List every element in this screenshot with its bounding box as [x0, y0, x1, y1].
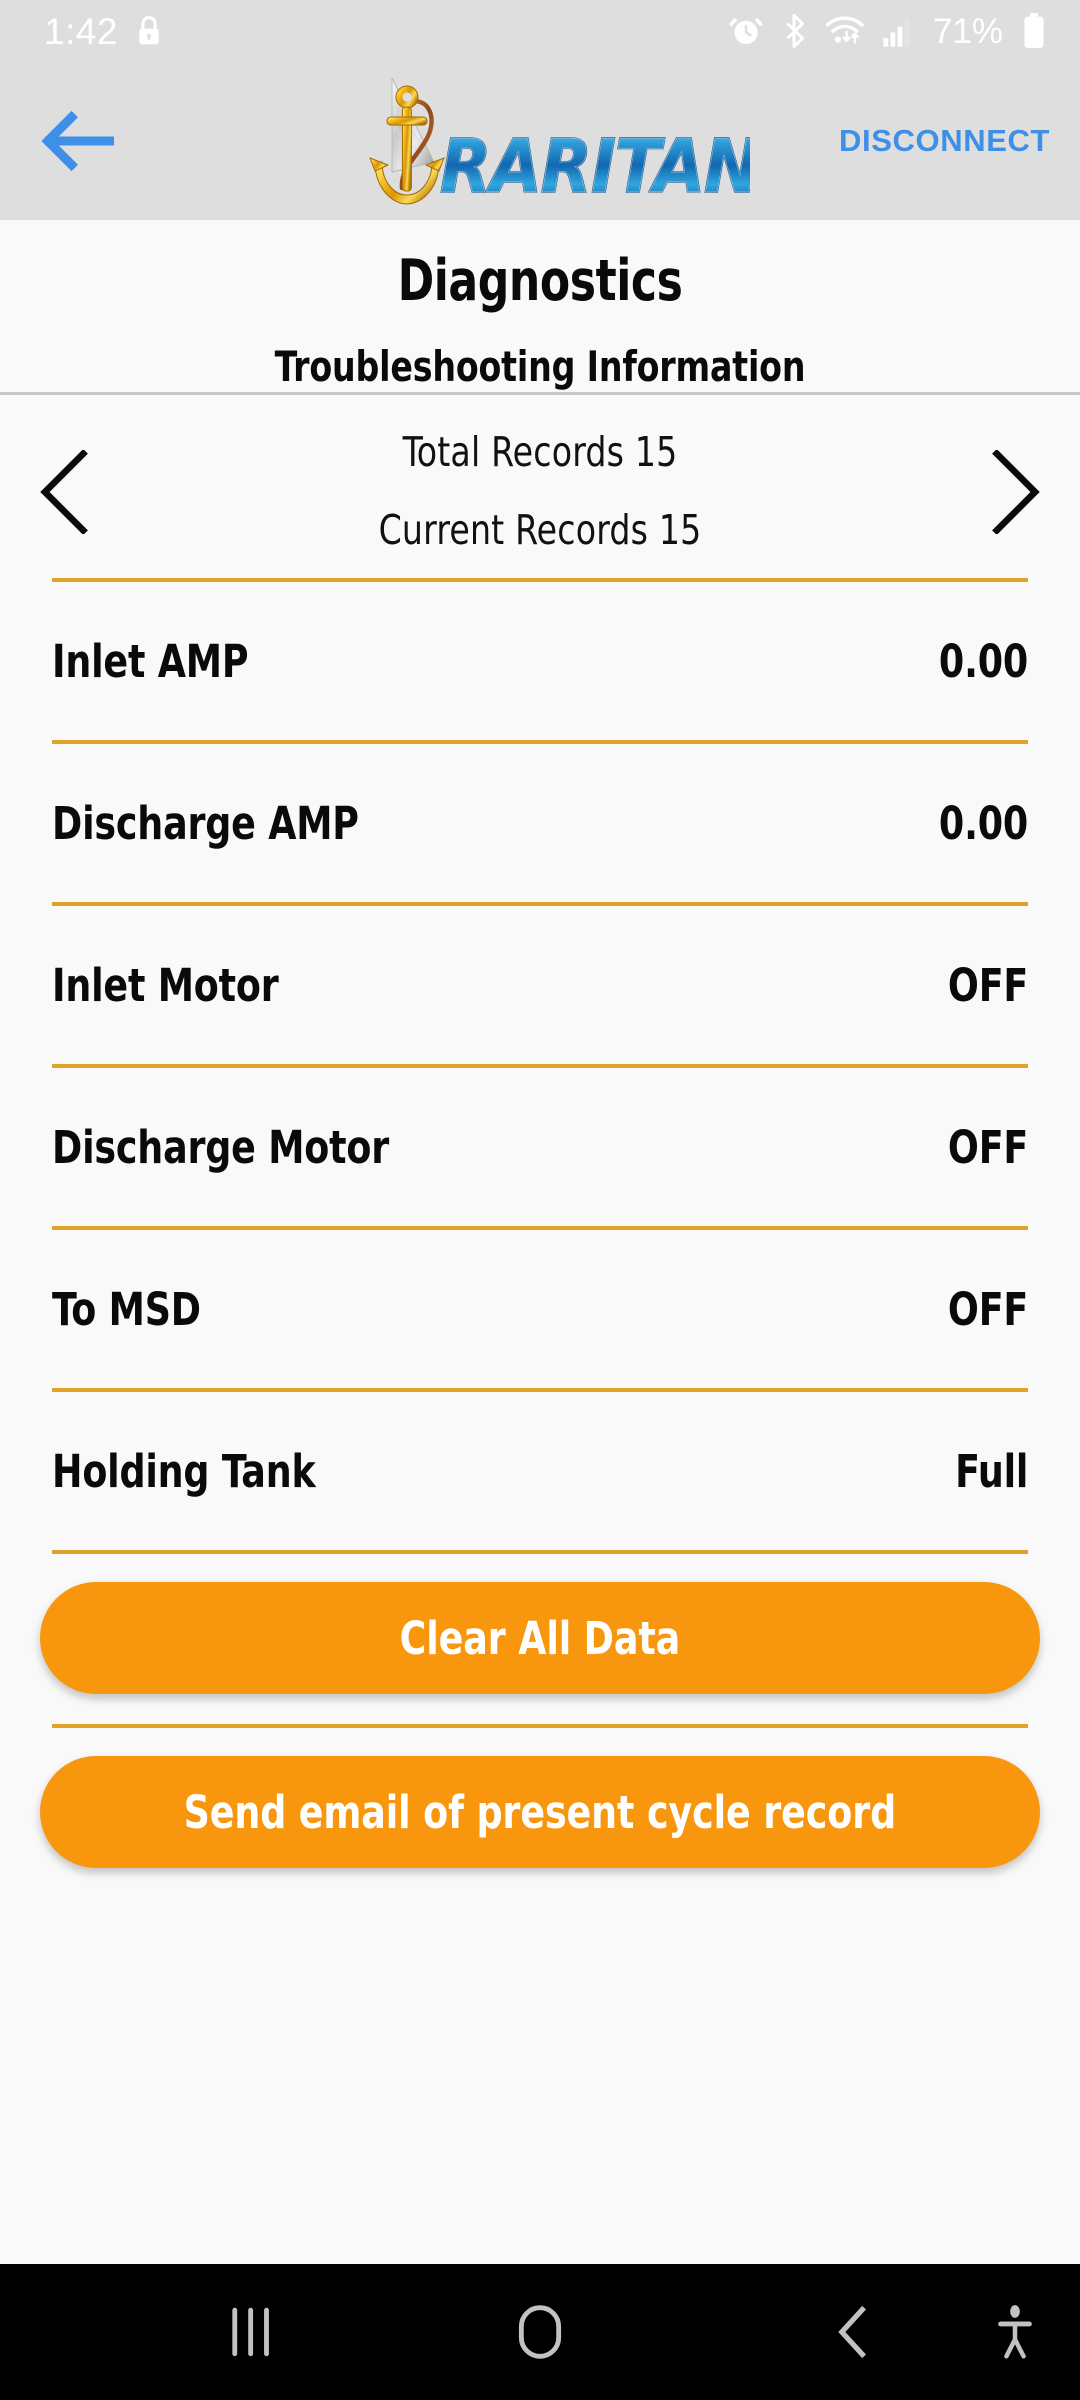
accessibility-icon[interactable]	[975, 2264, 1055, 2400]
records-counts: Total Records 15 Current Records 15	[0, 398, 1080, 554]
row-value: 0.00	[938, 796, 1028, 850]
recent-apps-icon[interactable]	[196, 2264, 306, 2400]
nav-back-icon[interactable]	[798, 2264, 908, 2400]
table-row: Discharge AMP 0.00	[0, 744, 1080, 902]
row-label: Discharge Motor	[52, 1120, 390, 1174]
row-label: Inlet Motor	[52, 958, 279, 1012]
battery-icon	[1022, 13, 1046, 49]
page-subtitle: Troubleshooting Information	[274, 342, 806, 391]
button-spacer	[0, 1694, 1080, 1724]
app-header: RARITAN RARITAN DISCONNECT	[0, 62, 1080, 220]
row-value: OFF	[947, 958, 1028, 1012]
home-icon[interactable]	[485, 2264, 595, 2400]
clear-all-data-button[interactable]: Clear All Data	[40, 1582, 1040, 1694]
total-records-label: Total Records 15	[402, 428, 678, 476]
bluetooth-icon	[780, 14, 808, 48]
row-value: Full	[954, 1444, 1028, 1498]
send-email-button[interactable]: Send email of present cycle record	[40, 1756, 1040, 1868]
records-nav: Total Records 15 Current Records 15	[0, 398, 1080, 578]
title-section: Diagnostics Troubleshooting Information	[0, 220, 1080, 395]
alarm-icon	[729, 14, 763, 48]
page-title: Diagnostics	[397, 248, 683, 314]
battery-percent-label: 71%	[932, 11, 1003, 51]
app-screen: 1:42 71% RARITAN RARITAN DISCONNECT Diag…	[0, 0, 1080, 2400]
raritan-logo: RARITAN RARITAN	[330, 66, 761, 216]
system-nav-bar	[0, 2264, 1080, 2400]
wifi-icon	[825, 14, 865, 48]
clear-all-data-label: Clear All Data	[399, 1611, 681, 1665]
table-row: Inlet AMP 0.00	[0, 582, 1080, 740]
row-value: OFF	[947, 1282, 1028, 1336]
diagnostics-table: Inlet AMP 0.00 Discharge AMP 0.00 Inlet …	[0, 578, 1080, 1868]
row-divider	[52, 1550, 1028, 1554]
back-arrow-icon[interactable]	[34, 98, 120, 184]
row-label: Discharge AMP	[52, 796, 359, 850]
current-records-label: Current Records 15	[378, 506, 702, 554]
svg-text:RARITAN: RARITAN	[440, 124, 750, 210]
status-bar: 1:42 71%	[0, 0, 1080, 62]
row-label: To MSD	[52, 1282, 201, 1336]
disconnect-button[interactable]: DISCONNECT	[839, 123, 1050, 159]
chevron-right-icon[interactable]	[970, 442, 1060, 542]
title-divider	[0, 392, 1080, 395]
status-bar-left: 1:42	[44, 13, 164, 50]
lock-icon	[134, 14, 164, 48]
button-divider	[52, 1724, 1028, 1728]
row-label: Holding Tank	[52, 1444, 316, 1498]
row-value: OFF	[947, 1120, 1028, 1174]
status-bar-clock: 1:42	[44, 10, 119, 52]
signal-icon	[882, 14, 916, 48]
table-row: Inlet Motor OFF	[0, 906, 1080, 1064]
status-bar-right: 71%	[729, 13, 1046, 49]
row-label: Inlet AMP	[52, 634, 249, 688]
table-row: Holding Tank Full	[0, 1392, 1080, 1550]
table-row: To MSD OFF	[0, 1230, 1080, 1388]
row-value: 0.00	[938, 634, 1028, 688]
table-row: Discharge Motor OFF	[0, 1068, 1080, 1226]
actions-section: Clear All Data Send email of present cyc…	[0, 1582, 1080, 1868]
send-email-label: Send email of present cycle record	[183, 1785, 897, 1839]
